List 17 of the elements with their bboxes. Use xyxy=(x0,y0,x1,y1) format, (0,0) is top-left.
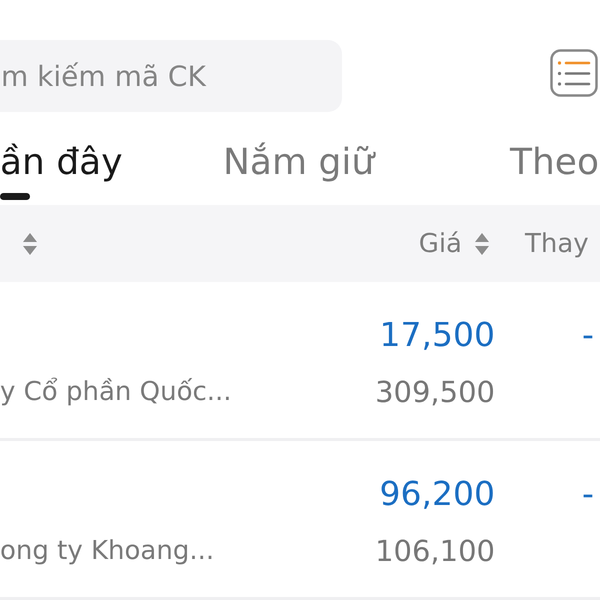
column-header: Thay xyxy=(525,228,589,258)
list-icon[interactable] xyxy=(550,49,598,97)
sort-icon[interactable] xyxy=(22,232,38,256)
sort-icon[interactable] xyxy=(474,232,490,256)
company-name: ong ty Khoang... xyxy=(0,535,216,568)
tab[interactable]: Nắm giữ xyxy=(223,140,374,186)
tab[interactable]: Theo xyxy=(510,140,599,186)
column-header: Giá xyxy=(418,228,462,258)
price-secondary-value: 309,500 xyxy=(375,374,495,411)
change-value: - xyxy=(582,473,594,515)
price-value: 17,500 xyxy=(380,314,495,356)
search-field[interactable]: m kiếm mã CK xyxy=(0,40,342,112)
price-value: 96,200 xyxy=(380,473,495,515)
price-secondary-value: 106,100 xyxy=(375,533,495,570)
change-value: - xyxy=(582,314,594,356)
company-name: y Cổ phần Quốc... xyxy=(0,376,233,409)
tab[interactable]: ần đây xyxy=(0,140,123,200)
